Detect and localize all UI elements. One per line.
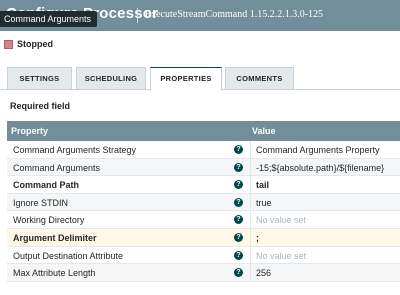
tab-scheduling[interactable]: SCHEDULING <box>76 67 146 90</box>
table-header: Property Value <box>7 121 400 141</box>
property-value[interactable]: true <box>256 198 272 208</box>
property-name: Command Path <box>13 180 80 191</box>
column-header-value[interactable]: Value <box>252 126 276 136</box>
property-value[interactable]: tail <box>256 180 269 190</box>
table-row[interactable]: Command Arguments ? -15;${absolute.path}… <box>7 158 400 177</box>
required-field-label: Required field <box>10 101 71 111</box>
property-name: Command Arguments Strategy <box>13 145 137 155</box>
processor-type: ExecuteStreamCommand 1.15.2.2.1.3.0-125 <box>145 9 324 20</box>
tab-comments[interactable]: COMMENTS <box>225 67 294 90</box>
property-name: Ignore STDIN <box>13 197 69 208</box>
table-row[interactable]: Command Arguments Strategy ? Command Arg… <box>7 141 400 159</box>
table-row[interactable]: Argument Delimiter ? ; <box>7 228 400 247</box>
table-row[interactable]: Output Destination Attribute ? No value … <box>7 246 400 265</box>
run-status: Stopped <box>4 38 53 50</box>
help-icon[interactable]: ? <box>234 250 243 260</box>
help-icon[interactable]: ? <box>234 162 243 172</box>
property-value[interactable]: No value set <box>256 251 306 261</box>
property-value[interactable]: No value set <box>256 215 306 225</box>
tab-settings[interactable]: SETTINGS <box>7 67 72 90</box>
table-row[interactable]: Command Path ? tail <box>7 176 400 194</box>
title-separator <box>137 8 138 23</box>
property-value[interactable]: Command Arguments Property <box>256 145 380 155</box>
help-icon[interactable]: ? <box>234 180 243 190</box>
help-icon[interactable]: ? <box>234 232 243 242</box>
property-name: Output Destination Attribute <box>13 250 124 261</box>
tooltip: Command Arguments <box>0 11 98 27</box>
property-name: Working Directory <box>13 215 85 226</box>
help-icon[interactable]: ? <box>234 215 243 225</box>
property-value[interactable]: -15;${absolute.path}/${filename} <box>256 163 384 173</box>
property-name: Command Arguments <box>13 162 101 173</box>
help-icon[interactable]: ? <box>234 197 243 207</box>
property-value[interactable]: ; <box>256 233 259 243</box>
property-value[interactable]: 256 <box>256 268 271 278</box>
table-row[interactable]: Working Directory ? No value set <box>7 211 400 229</box>
stop-icon <box>4 39 13 49</box>
tab-properties[interactable]: PROPERTIES <box>150 67 222 91</box>
property-name: Argument Delimiter <box>13 232 97 243</box>
properties-table: Property Value Command Arguments Strateg… <box>7 121 400 282</box>
help-icon[interactable]: ? <box>234 268 243 278</box>
table-row[interactable]: Max Attribute Length ? 256 <box>7 264 400 282</box>
help-icon[interactable]: ? <box>234 145 243 154</box>
status-label: Stopped <box>17 39 53 49</box>
property-name: Max Attribute Length <box>13 268 96 279</box>
column-header-property[interactable]: Property <box>11 126 48 136</box>
table-row[interactable]: Ignore STDIN ? true <box>7 193 400 212</box>
